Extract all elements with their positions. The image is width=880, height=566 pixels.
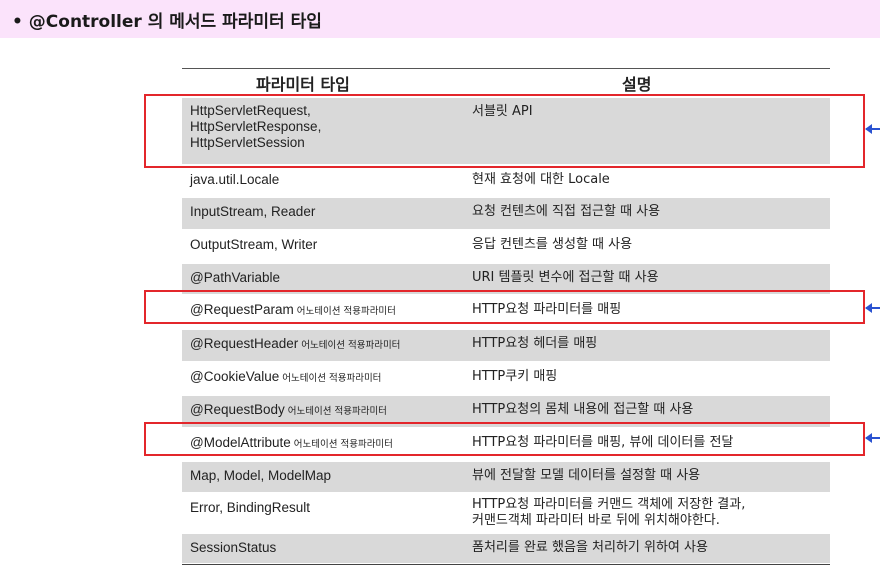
param-type-cell: SessionStatus xyxy=(190,540,470,556)
param-type-text: @CookieValue xyxy=(190,369,280,384)
arrow-left-icon xyxy=(865,303,880,313)
param-type-cell: Error, BindingResult xyxy=(190,500,470,516)
arrow-left-icon xyxy=(865,433,880,443)
param-type-text: java.util.Locale xyxy=(190,172,280,187)
param-type-cell: @PathVariable xyxy=(190,270,470,286)
highlight-box-requestparam xyxy=(144,290,865,324)
arrow-left-icon xyxy=(865,124,880,134)
param-type-cell: Map, Model, ModelMap xyxy=(190,468,470,484)
table-row: OutputStream, Writer 응답 컨텐츠를 생성할 때 사용 xyxy=(182,231,830,262)
description-cell: 폼처리를 완료 했음을 처리하기 위하여 사용 xyxy=(472,540,708,555)
table-row: SessionStatus 폼처리를 완료 했음을 처리하기 위하여 사용 xyxy=(182,534,830,563)
highlight-box-modelattribute xyxy=(144,422,865,456)
table-row: InputStream, Reader 요청 컨텐츠에 직접 접근할 때 사용 xyxy=(182,198,830,229)
description-cell: HTTP요청 파라미터를 커맨드 객체에 저장한 결과, 커맨드객체 파라미터 … xyxy=(472,497,746,528)
annotation-note: 어노테이션 적용파라미터 xyxy=(301,340,401,351)
description-cell: URI 템플릿 변수에 접근할 때 사용 xyxy=(472,270,659,285)
param-type-text: OutputStream, Writer xyxy=(190,237,318,252)
description-cell: HTTP쿠키 매핑 xyxy=(472,369,558,384)
annotation-note: 어노테이션 적용파라미터 xyxy=(282,373,382,384)
table-header: 파라미터 타입 설명 xyxy=(182,70,830,95)
param-type-cell: @CookieValue 어노테이션 적용파라미터 xyxy=(190,369,470,387)
param-type-text: SessionStatus xyxy=(190,540,277,555)
param-type-text: Map, Model, ModelMap xyxy=(190,468,332,483)
param-type-text: @RequestBody xyxy=(190,402,285,417)
highlight-box-servlet xyxy=(144,94,865,168)
table-row: @RequestHeader 어노테이션 적용파라미터 HTTP요청 헤더를 매핑 xyxy=(182,330,830,361)
table-row: Error, BindingResult HTTP요청 파라미터를 커맨드 객체에… xyxy=(182,494,830,532)
title-bar: • @Controller 의 메서드 파라미터 타입 xyxy=(0,0,880,38)
table-bottom-rule xyxy=(182,564,830,565)
param-type-text: @PathVariable xyxy=(190,270,281,285)
param-type-text: @RequestHeader xyxy=(190,336,299,351)
param-type-text: InputStream, Reader xyxy=(190,204,316,219)
description-cell: HTTP요청의 몸체 내용에 접근할 때 사용 xyxy=(472,402,694,417)
param-type-cell: java.util.Locale xyxy=(190,172,470,188)
annotation-note: 어노테이션 적용파라미터 xyxy=(287,406,387,417)
table-row: @CookieValue 어노테이션 적용파라미터 HTTP쿠키 매핑 xyxy=(182,363,830,394)
description-cell: HTTP요청 헤더를 매핑 xyxy=(472,336,598,351)
param-type-cell: InputStream, Reader xyxy=(190,204,470,220)
page-title: • @Controller 의 메서드 파라미터 타입 xyxy=(12,12,322,32)
table-row: java.util.Locale 현재 효청에 대한 Locale xyxy=(182,166,830,196)
description-cell: 뷰에 전달할 모델 데이터를 설정할 때 사용 xyxy=(472,468,701,483)
description-cell: 응답 컨텐츠를 생성할 때 사용 xyxy=(472,237,633,252)
description-cell: 현재 효청에 대한 Locale xyxy=(472,172,610,187)
param-type-cell: OutputStream, Writer xyxy=(190,237,470,253)
param-type-text: Error, BindingResult xyxy=(190,500,311,515)
table-top-rule xyxy=(182,68,830,69)
header-param-type: 파라미터 타입 xyxy=(256,75,350,94)
description-cell: 요청 컨텐츠에 직접 접근할 때 사용 xyxy=(472,204,661,219)
table-row: Map, Model, ModelMap 뷰에 전달할 모델 데이터를 설정할 때… xyxy=(182,462,830,492)
param-type-cell: @RequestHeader 어노테이션 적용파라미터 xyxy=(190,336,470,354)
header-description: 설명 xyxy=(622,75,652,94)
param-type-cell: @RequestBody 어노테이션 적용파라미터 xyxy=(190,402,470,420)
